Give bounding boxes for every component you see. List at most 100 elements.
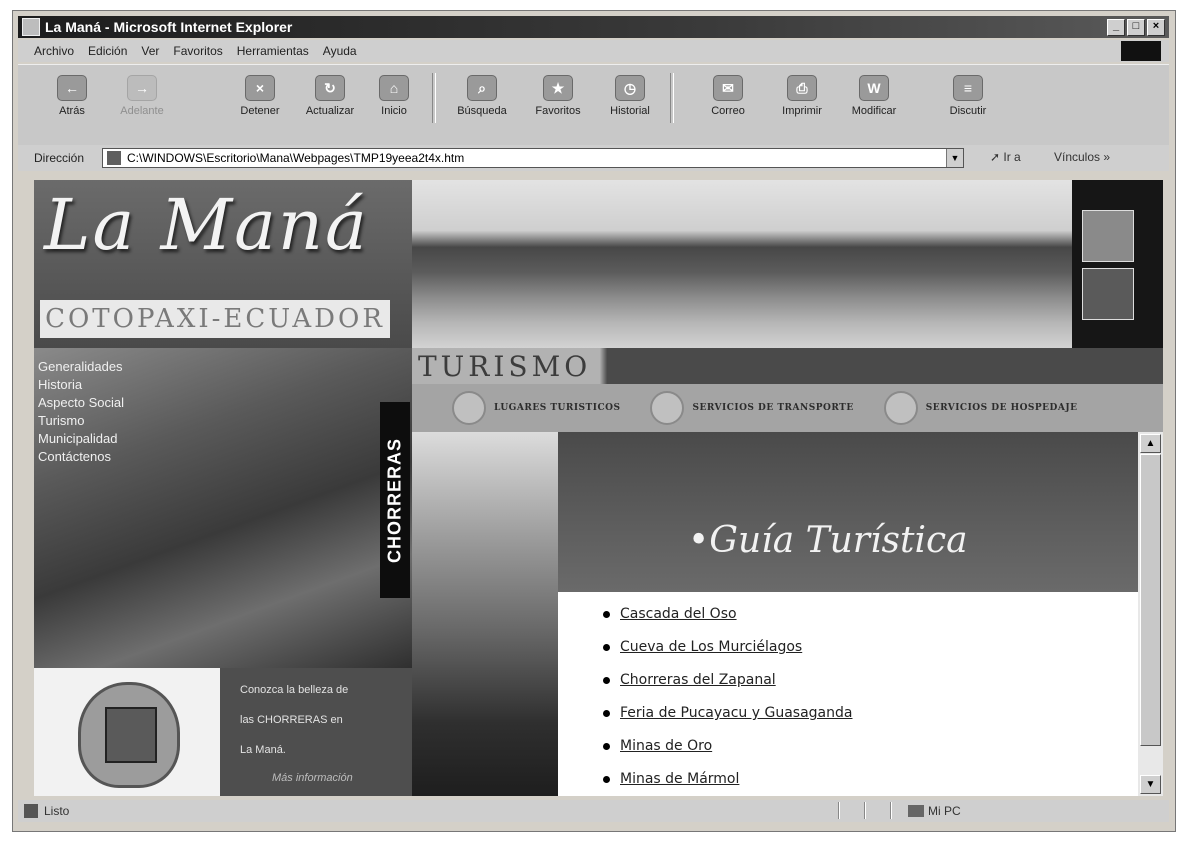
section-title-bar: TURISMO [412, 348, 1163, 384]
search-button[interactable]: ⌕ Búsqueda [452, 71, 512, 129]
mail-button[interactable]: ✉ Correo [698, 71, 758, 129]
more-info-link[interactable]: Más información [272, 772, 353, 784]
menu-archivo[interactable]: Archivo [34, 44, 74, 58]
section-title: TURISMO [418, 350, 592, 383]
sidebar-item-aspecto-social[interactable]: Aspecto Social [38, 394, 218, 412]
places-list: Cascada del Oso Cueva de Los Murciélagos… [558, 598, 1138, 796]
address-url: C:\WINDOWS\Escritorio\Mana\Webpages\TMP1… [127, 151, 465, 165]
menu-bar: Archivo Edición Ver Favoritos Herramient… [18, 40, 1169, 62]
thumbnail-image[interactable] [1082, 210, 1134, 262]
favorites-button[interactable]: ★ Favoritos [528, 71, 588, 129]
list-item: Feria de Pucayacu y Guasaganda [603, 697, 1138, 730]
search-label: Búsqueda [457, 105, 507, 117]
refresh-button[interactable]: ↻ Actualizar [300, 71, 360, 129]
links-button[interactable]: Vínculos » [1054, 150, 1110, 164]
address-label: Dirección [34, 151, 85, 165]
place-link[interactable]: Cueva de Los Murciélagos [620, 639, 802, 655]
menu-ver[interactable]: Ver [141, 44, 159, 58]
address-dropdown-arrow-icon[interactable]: ▼ [946, 149, 963, 167]
maximize-button[interactable]: □ [1127, 19, 1145, 36]
window-title: La Maná - Microsoft Internet Explorer [45, 19, 293, 35]
discuss-label: Discutir [949, 105, 987, 117]
discuss-button[interactable]: ≡ Discutir [938, 71, 998, 129]
forward-button[interactable]: → Adelante [112, 71, 172, 129]
go-button[interactable]: ➚ Ir a [990, 150, 1021, 164]
zone-label: Mi PC [928, 804, 961, 818]
subnav-lugares-turisticos[interactable]: LUGARES TURISTICOS [452, 391, 620, 425]
list-item: Cascada del Oso [603, 598, 1138, 631]
print-button[interactable]: ⎙ Imprimir [772, 71, 832, 129]
site-logo: La Maná COTOPAXI-ECUADOR [34, 180, 412, 348]
place-link[interactable]: Cascada del Oso [620, 606, 737, 622]
toolbar-separator [670, 73, 674, 123]
edit-label: Modificar [851, 105, 897, 117]
toolbar-separator [432, 73, 436, 123]
go-label: Ir a [1003, 150, 1021, 164]
place-link[interactable]: Chorreras del Zapanal [620, 672, 776, 688]
seal-icon [650, 391, 685, 425]
home-button[interactable]: ⌂ Inicio [364, 71, 424, 129]
edit-button[interactable]: W Modificar [844, 71, 904, 129]
promo-line: Conozca la belleza de [240, 684, 349, 696]
list-item: Minas de Oro [603, 730, 1138, 763]
river-banner-image [412, 180, 1072, 348]
back-arrow-icon: ← [57, 75, 87, 101]
refresh-label: Actualizar [305, 105, 355, 117]
stop-button[interactable]: × Detener [230, 71, 290, 129]
favorites-label: Favoritos [535, 105, 581, 117]
status-text: Listo [44, 804, 70, 818]
scroll-down-arrow-icon[interactable]: ▼ [1140, 775, 1161, 794]
address-input[interactable]: C:\WINDOWS\Escritorio\Mana\Webpages\TMP1… [102, 148, 964, 168]
menu-herramientas[interactable]: Herramientas [237, 44, 309, 58]
subnav-label: LUGARES TURISTICOS [494, 403, 621, 413]
links-label: Vínculos [1054, 150, 1101, 164]
place-link[interactable]: Minas de Mármol [620, 771, 739, 787]
sidebar-item-contactenos[interactable]: Contáctenos [38, 448, 218, 466]
sidebar-item-historia[interactable]: Historia [38, 376, 218, 394]
promo-line: las CHORRERAS en [240, 714, 343, 726]
menu-favoritos[interactable]: Favoritos [173, 44, 222, 58]
subnav-servicios-hospedaje[interactable]: SERVICIOS DE HOSPEDAJE [883, 391, 1078, 425]
search-icon: ⌕ [467, 75, 497, 101]
place-link[interactable]: Minas de Oro [620, 738, 712, 754]
coat-of-arms-panel [34, 668, 220, 796]
sidebar-item-generalidades[interactable]: Generalidades [38, 358, 218, 376]
home-label: Inicio [381, 105, 407, 117]
back-button[interactable]: ← Atrás [42, 71, 102, 129]
history-button[interactable]: ◷ Historial [600, 71, 660, 129]
status-divider [838, 802, 840, 819]
sidebar-item-municipalidad[interactable]: Municipalidad [38, 430, 218, 448]
seal-icon [452, 391, 486, 425]
sidebar-item-turismo[interactable]: Turismo [38, 412, 218, 430]
toolbar: ← Atrás → Adelante × Detener ↻ Actualiza… [18, 64, 1169, 146]
forward-label: Adelante [120, 105, 164, 117]
menu-ayuda[interactable]: Ayuda [323, 44, 357, 58]
web-page: La Maná COTOPAXI-ECUADOR TURISMO LUGARES… [34, 180, 1163, 796]
logo-title: La Maná [44, 184, 369, 266]
ie-icon [22, 18, 40, 36]
thumbnail-image[interactable] [1082, 268, 1134, 320]
subnav-label: SERVICIOS DE HOSPEDAJE [925, 403, 1078, 413]
discuss-icon: ≡ [953, 75, 983, 101]
vertical-scrollbar[interactable]: ▲ ▼ [1138, 432, 1163, 796]
menu-edicion[interactable]: Edición [88, 44, 127, 58]
stop-label: Detener [240, 105, 280, 117]
close-button[interactable]: × [1147, 19, 1165, 36]
tourism-subnav: LUGARES TURISTICOS SERVICIOS DE TRANSPOR… [412, 384, 1163, 432]
print-icon: ⎙ [787, 75, 817, 101]
stop-icon: × [245, 75, 275, 101]
place-link[interactable]: Feria de Pucayacu y Guasaganda [620, 705, 852, 721]
status-divider [890, 802, 892, 819]
scrollbar-thumb[interactable] [1140, 454, 1161, 746]
places-list-panel: Cascada del Oso Cueva de Los Murciélagos… [558, 592, 1138, 796]
computer-icon [908, 805, 924, 817]
mail-label: Correo [711, 105, 745, 117]
minimize-button[interactable]: _ [1107, 19, 1125, 36]
scroll-up-arrow-icon[interactable]: ▲ [1140, 434, 1161, 453]
history-icon: ◷ [615, 75, 645, 101]
road-photo [412, 432, 558, 796]
subnav-servicios-transporte[interactable]: SERVICIOS DE TRANSPORTE [650, 391, 853, 425]
promo-panel: Conozca la belleza de las CHORRERAS en L… [220, 668, 412, 796]
security-zone: Mi PC [908, 804, 961, 818]
edit-document-icon: W [859, 75, 889, 101]
